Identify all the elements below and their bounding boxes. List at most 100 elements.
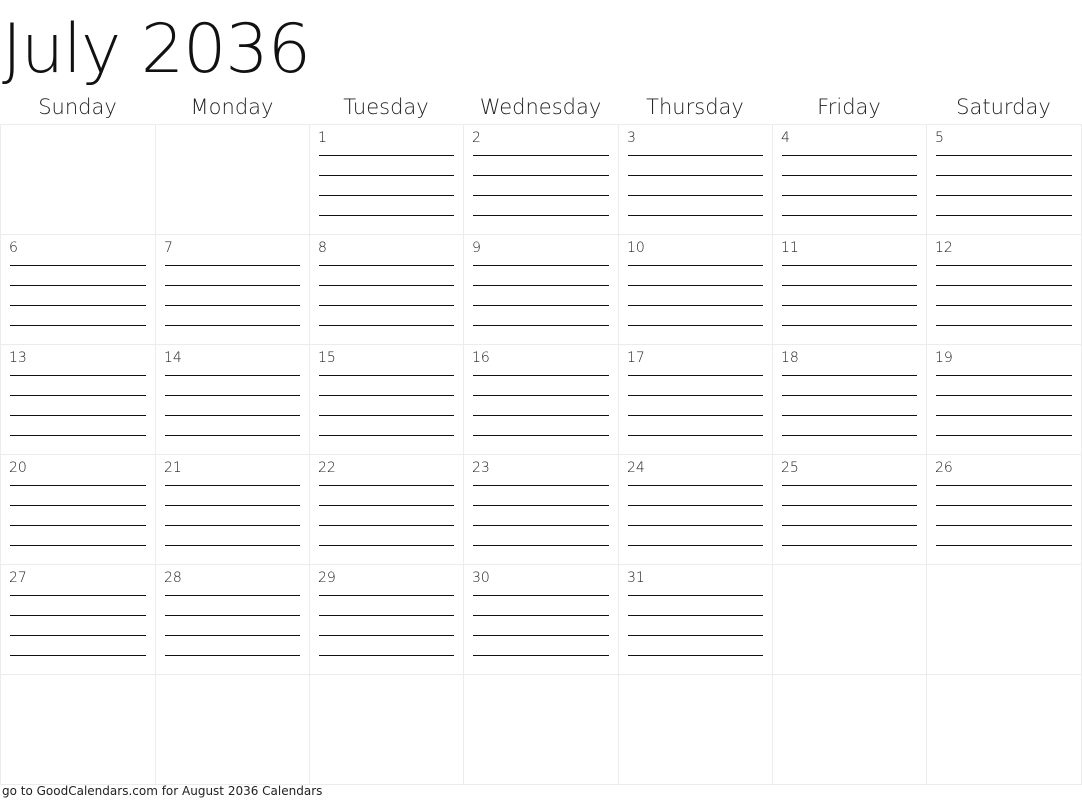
day-cell[interactable]: 6: [0, 234, 156, 345]
day-cell[interactable]: 10: [618, 234, 773, 345]
writing-line: [473, 215, 609, 216]
day-cell[interactable]: 30: [463, 564, 619, 675]
day-number: 31: [627, 570, 645, 586]
day-cell[interactable]: 12: [926, 234, 1082, 345]
footer-link[interactable]: go to GoodCalendars.com for August 2036 …: [2, 784, 322, 798]
writing-line: [473, 395, 609, 396]
weekday-label: Monday: [190, 95, 274, 119]
day-cell[interactable]: 18: [772, 344, 927, 455]
day-cell[interactable]: 5: [926, 124, 1082, 235]
writing-line: [936, 195, 1072, 196]
writing-line: [782, 265, 917, 266]
writing-line: [165, 415, 300, 416]
writing-line: [473, 615, 609, 616]
day-cell[interactable]: 28: [155, 564, 310, 675]
writing-line: [10, 615, 146, 616]
weekday-label: Saturday: [956, 95, 1051, 119]
writing-line: [10, 305, 146, 306]
writing-line: [936, 375, 1072, 376]
day-number: 4: [781, 130, 790, 146]
writing-line: [628, 545, 763, 546]
writing-line: [319, 265, 454, 266]
writing-line: [319, 435, 454, 436]
writing-line: [165, 395, 300, 396]
day-cell[interactable]: 14: [155, 344, 310, 455]
day-number: 24: [627, 460, 645, 476]
weekday-label: Friday: [817, 95, 881, 119]
day-number: 15: [318, 350, 336, 366]
day-number: 22: [318, 460, 336, 476]
day-cell[interactable]: 19: [926, 344, 1082, 455]
writing-line: [473, 285, 609, 286]
day-cell[interactable]: 13: [0, 344, 156, 455]
day-cell[interactable]: 29: [309, 564, 464, 675]
weekday-label: Tuesday: [343, 95, 429, 119]
day-cell[interactable]: 21: [155, 454, 310, 565]
writing-line: [936, 485, 1072, 486]
day-number: 11: [781, 240, 799, 256]
writing-line: [473, 175, 609, 176]
day-cell[interactable]: 16: [463, 344, 619, 455]
day-cell[interactable]: 2: [463, 124, 619, 235]
writing-line: [473, 655, 609, 656]
day-cell[interactable]: 8: [309, 234, 464, 345]
writing-line: [936, 215, 1072, 216]
day-number: 14: [164, 350, 182, 366]
day-cell[interactable]: 3: [618, 124, 773, 235]
day-number: 12: [935, 240, 953, 256]
writing-line: [473, 415, 609, 416]
writing-line: [165, 615, 300, 616]
day-cell[interactable]: 20: [0, 454, 156, 565]
writing-line: [936, 305, 1072, 306]
day-number: 29: [318, 570, 336, 586]
day-cell[interactable]: 7: [155, 234, 310, 345]
day-cell[interactable]: 17: [618, 344, 773, 455]
writing-line: [782, 485, 917, 486]
writing-line: [628, 325, 763, 326]
writing-line: [936, 265, 1072, 266]
writing-line: [936, 285, 1072, 286]
day-cell[interactable]: 11: [772, 234, 927, 345]
writing-line: [628, 285, 763, 286]
writing-line: [628, 505, 763, 506]
writing-line: [319, 155, 454, 156]
writing-line: [628, 485, 763, 486]
day-cell[interactable]: 22: [309, 454, 464, 565]
empty-cell: [772, 564, 927, 675]
day-cell[interactable]: 23: [463, 454, 619, 565]
calendar-grid: 1 2 3 4 5 6 7 8 9 10 11 12 13 14 15 16 17 18 19 20 21 22 23 24 2…: [0, 124, 1082, 785]
writing-line: [628, 375, 763, 376]
day-cell[interactable]: 1: [309, 124, 464, 235]
day-number: 7: [164, 240, 173, 256]
writing-line: [319, 485, 454, 486]
writing-line: [319, 285, 454, 286]
day-cell[interactable]: 31: [618, 564, 773, 675]
writing-line: [10, 325, 146, 326]
day-cell[interactable]: 25: [772, 454, 927, 565]
writing-line: [628, 655, 763, 656]
day-cell[interactable]: 15: [309, 344, 464, 455]
day-cell[interactable]: 4: [772, 124, 927, 235]
writing-line: [165, 655, 300, 656]
writing-line: [473, 265, 609, 266]
writing-line: [473, 195, 609, 196]
writing-line: [473, 545, 609, 546]
empty-cell: [155, 674, 310, 785]
empty-cell: [618, 674, 773, 785]
writing-line: [165, 545, 300, 546]
day-number: 21: [164, 460, 182, 476]
writing-line: [165, 595, 300, 596]
writing-line: [782, 155, 917, 156]
day-cell[interactable]: 27: [0, 564, 156, 675]
writing-line: [782, 175, 917, 176]
day-number: 19: [935, 350, 953, 366]
writing-line: [936, 415, 1072, 416]
writing-line: [165, 325, 300, 326]
day-cell[interactable]: 26: [926, 454, 1082, 565]
day-cell[interactable]: 24: [618, 454, 773, 565]
writing-line: [628, 265, 763, 266]
day-number: 13: [9, 350, 27, 366]
empty-cell: [926, 674, 1082, 785]
writing-line: [319, 305, 454, 306]
day-cell[interactable]: 9: [463, 234, 619, 345]
